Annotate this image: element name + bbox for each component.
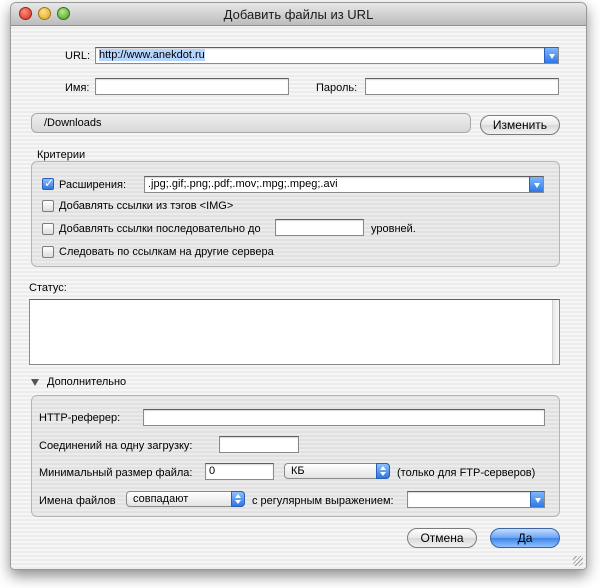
download-path-value: /Downloads [44,117,102,129]
disclosure-triangle-icon[interactable] [31,379,39,386]
url-value: http://www.anekdot.ru [99,49,205,61]
criteria-title: Критерии [37,149,86,161]
follow-depth-label: Добавлять ссылки последовательно до [59,223,261,235]
status-value [30,300,559,304]
extensions-checkbox[interactable]: ✓ [42,176,55,190]
extensions-dropdown-arrow-icon[interactable] [529,177,543,192]
ftp-only-note: (только для FTP-серверов) [397,467,536,479]
ok-button[interactable]: Да [490,528,560,548]
img-links-label: Добавлять ссылки из тэгов <IMG> [59,200,234,212]
connections-field[interactable] [219,436,299,453]
extensions-label: Расширения: [59,179,127,191]
change-path-button[interactable]: Изменить [480,115,560,135]
other-servers-checkbox[interactable] [42,246,54,258]
regex-label: с регулярным выражением: [252,495,394,507]
cancel-button[interactable]: Отмена [407,528,477,548]
status-scrollbar[interactable] [552,300,559,364]
status-textarea[interactable] [29,299,560,365]
referer-field[interactable] [143,409,545,426]
title-bar: Добавить файлы из URL [11,3,586,26]
min-size-field[interactable]: 0 [205,463,274,480]
filenames-label: Имена файлов [39,495,116,507]
url-combo-field[interactable]: http://www.anekdot.ru [95,47,559,64]
password-field[interactable] [365,78,559,95]
extensions-combo-field[interactable]: .jpg;.gif;.png;.pdf;.mov;.mpg;.mpeg;.avi [144,176,544,193]
regex-combo-field[interactable] [407,491,545,508]
resize-grip-icon[interactable] [573,556,583,566]
checkmark-icon: ✓ [44,176,55,190]
img-links-checkbox[interactable] [42,200,54,212]
filenames-match-value: совпадают [133,493,189,505]
window-title: Добавить файлы из URL [223,7,374,22]
download-path: /Downloads [31,113,471,133]
add-files-dialog: Добавить файлы из URL URL: http://www.an… [10,2,587,570]
name-field[interactable] [95,78,289,95]
advanced-title[interactable]: Дополнительно [47,376,126,388]
url-label: URL: [65,50,91,62]
follow-depth-suffix: уровней. [371,223,416,235]
size-unit-select[interactable]: КБ [284,463,390,479]
follow-depth-checkbox[interactable] [42,223,54,235]
url-dropdown-arrow-icon[interactable] [544,48,558,63]
size-unit-value: КБ [291,465,305,477]
name-label: Имя: [65,82,90,94]
referer-label: HTTP-реферер: [39,412,121,424]
extensions-value: .jpg;.gif;.png;.pdf;.mov;.mpg;.mpeg;.avi [148,178,338,190]
min-size-label: Минимальный размер файла: [39,467,193,479]
up-down-arrows-icon [231,491,245,507]
other-servers-label: Следовать по ссылкам на другие сервера [59,246,274,258]
password-label: Пароль: [316,82,358,94]
up-down-arrows-icon [376,463,390,479]
connections-label: Соединений на одну загрузку: [39,440,193,452]
regex-dropdown-arrow-icon[interactable] [530,492,544,507]
status-label: Статус: [29,282,67,294]
filenames-match-select[interactable]: совпадают [126,491,245,507]
follow-depth-field[interactable] [275,219,364,236]
